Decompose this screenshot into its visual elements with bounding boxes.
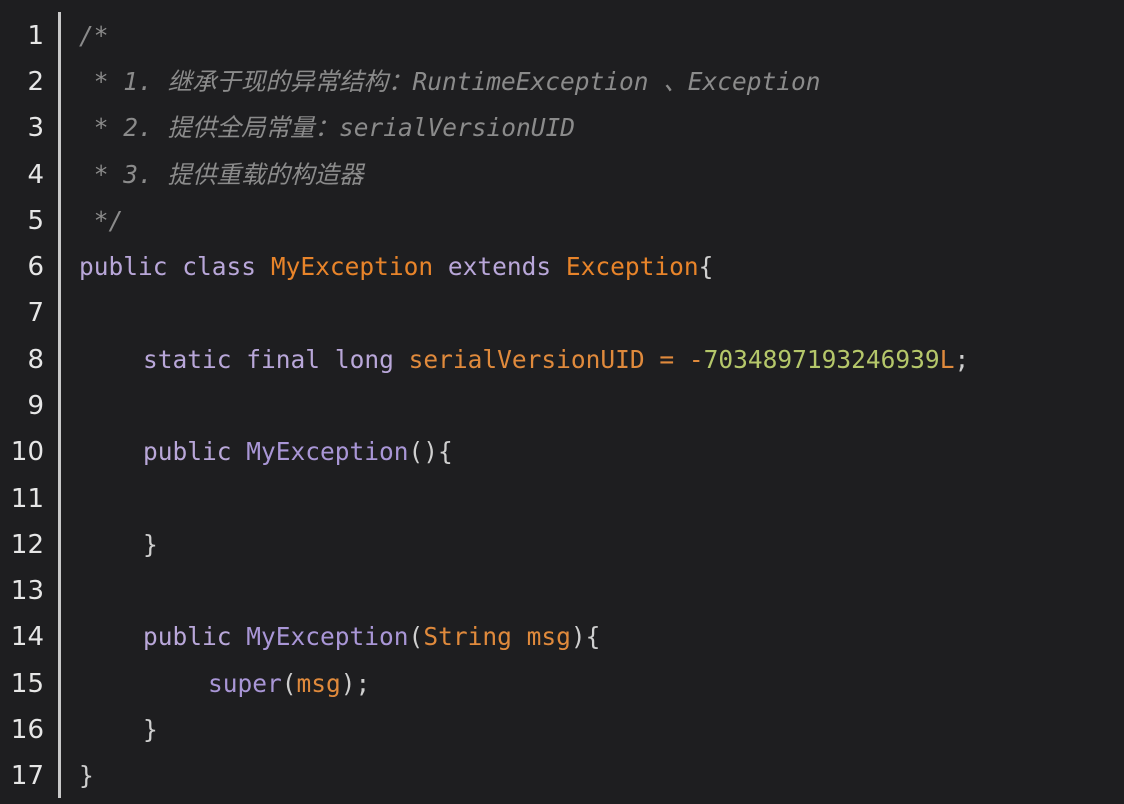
keyword-public: public <box>143 437 232 466</box>
minus-sign: - <box>688 345 704 374</box>
punctuation: (){ <box>408 437 453 466</box>
param-type: String <box>423 622 512 651</box>
code-line-class-declaration: public class MyException extends Excepti… <box>79 252 713 282</box>
line-number: 8 <box>27 345 44 375</box>
line-number: 14 <box>10 622 44 652</box>
line-number: 4 <box>27 160 44 190</box>
close-brace: } <box>79 761 94 790</box>
line-number: 7 <box>27 298 44 328</box>
assign-operator: = <box>659 345 675 374</box>
code-line-comment: * 2. 提供全局常量：serialVersionUID <box>79 113 576 142</box>
gutter-divider <box>58 12 61 798</box>
line-number: 11 <box>10 484 44 514</box>
line-number: 13 <box>10 576 44 606</box>
line-number: 3 <box>27 113 44 143</box>
line-number: 6 <box>27 252 44 282</box>
code-line-super-call: super(msg); <box>208 669 370 699</box>
field-name: serialVersionUID <box>408 345 645 374</box>
line-number: 9 <box>27 391 44 421</box>
param-name: msg <box>526 622 571 651</box>
keyword-extends: extends <box>447 252 552 281</box>
line-number: 10 <box>10 437 44 467</box>
long-suffix: L <box>939 345 955 374</box>
line-number: 16 <box>10 715 44 745</box>
close-brace: } <box>143 530 158 559</box>
code-line-constructor: public MyException(){ <box>143 437 453 467</box>
constructor-name: MyException <box>246 437 409 466</box>
open-brace: { <box>698 252 714 281</box>
argument: msg <box>296 669 341 698</box>
super-call: super <box>208 669 282 698</box>
code-line-comment: */ <box>79 206 124 235</box>
number-literal: 7034897193246939 <box>703 345 940 374</box>
line-number: 12 <box>10 530 44 560</box>
line-number-gutter: 1 2 3 4 5 6 7 8 9 10 11 12 13 14 15 16 1… <box>0 0 58 804</box>
close-paren-brace: ){ <box>570 622 601 651</box>
close-brace: } <box>143 715 158 744</box>
open-paren: ( <box>408 622 424 651</box>
constructor-name: MyException <box>246 622 409 651</box>
code-line-comment: * 3. 提供重载的构造器 <box>79 160 364 189</box>
code-area[interactable]: /* * 1. 继承于现的异常结构：RuntimeException 、Exce… <box>79 0 1124 804</box>
keyword-long: long <box>334 345 394 374</box>
open-paren: ( <box>281 669 297 698</box>
line-number: 5 <box>27 206 44 236</box>
line-number: 17 <box>10 761 44 791</box>
line-number: 2 <box>27 67 44 97</box>
keyword-final: final <box>246 345 321 374</box>
keyword-public: public <box>79 252 168 281</box>
keyword-class: class <box>182 252 257 281</box>
keyword-static: static <box>143 345 232 374</box>
line-number: 15 <box>10 669 44 699</box>
code-line-constructor-with-param: public MyException(String msg){ <box>143 622 600 652</box>
parent-class-name: Exception <box>565 252 699 281</box>
close-paren-semicolon: ); <box>340 669 371 698</box>
semicolon: ; <box>954 345 970 374</box>
code-line-field-declaration: static final long serialVersionUID = -70… <box>143 345 969 375</box>
code-line-comment: /* <box>79 21 109 50</box>
line-number: 1 <box>27 21 44 51</box>
code-editor[interactable]: 1 2 3 4 5 6 7 8 9 10 11 12 13 14 15 16 1… <box>0 0 1124 804</box>
keyword-public: public <box>143 622 232 651</box>
code-line-comment: * 1. 继承于现的异常结构：RuntimeException 、Excepti… <box>79 67 821 96</box>
class-name: MyException <box>270 252 434 281</box>
